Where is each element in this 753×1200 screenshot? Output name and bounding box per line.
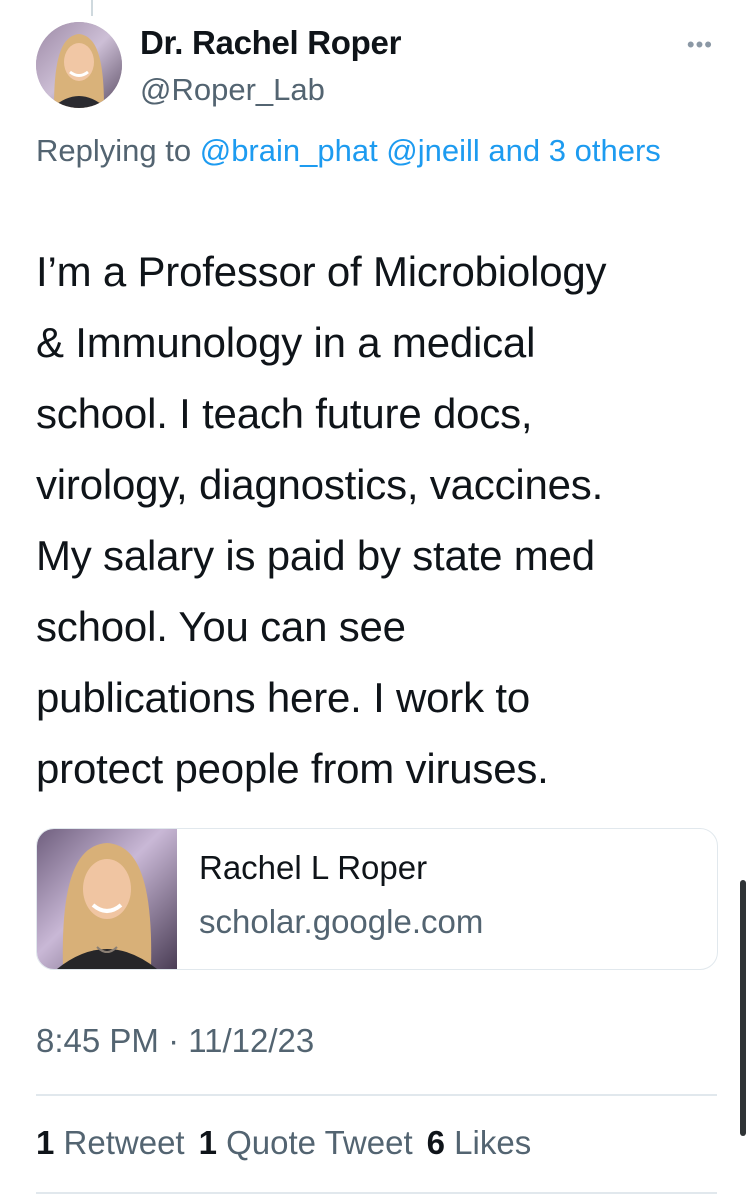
retweets-stat[interactable]: 1 Retweet (36, 1124, 185, 1161)
quote-tweets-count: 1 (198, 1124, 217, 1161)
quote-tweets-stat[interactable]: 1 Quote Tweet (199, 1124, 413, 1161)
quote-tweets-label: Quote Tweet (226, 1124, 413, 1161)
link-card-thumbnail (37, 829, 177, 969)
stats-top-divider (36, 1094, 717, 1096)
tweet-timestamp[interactable]: 8:45 PM · 11/12/23 (36, 1022, 314, 1060)
more-options-icon[interactable]: ••• (687, 32, 713, 58)
likes-count: 6 (426, 1124, 445, 1161)
author-handle[interactable]: @Roper_Lab (140, 72, 325, 108)
vertical-scrollbar[interactable] (740, 880, 746, 1136)
tweet-detail-page: Dr. Rachel Roper @Roper_Lab ••• Replying… (0, 0, 753, 1200)
avatar-image (36, 22, 122, 108)
stats-bottom-divider (36, 1192, 717, 1194)
profile-avatar[interactable] (36, 22, 122, 108)
author-display-name[interactable]: Dr. Rachel Roper (140, 24, 401, 62)
link-card-domain: scholar.google.com (199, 903, 484, 940)
likes-stat[interactable]: 6 Likes (427, 1124, 532, 1161)
link-preview-card[interactable]: Rachel L Roper scholar.google.com (36, 828, 718, 970)
link-card-image (37, 829, 177, 969)
replying-to-line: Replying to @brain_phat @jneill and 3 ot… (36, 126, 696, 176)
retweets-label: Retweet (63, 1124, 185, 1161)
retweets-count: 1 (36, 1124, 55, 1161)
tweet-body-text: I’m a Professor of Microbiology & Immuno… (36, 248, 607, 792)
replying-to-mentions[interactable]: @brain_phat @jneill and 3 others (200, 133, 661, 168)
link-card-title: Rachel L Roper (199, 849, 428, 886)
likes-label: Likes (454, 1124, 532, 1161)
thread-connector-line (91, 0, 93, 16)
engagement-stats: 1 Retweet 1 Quote Tweet 6 Likes (36, 1124, 531, 1162)
replying-to-label: Replying to (36, 133, 200, 168)
